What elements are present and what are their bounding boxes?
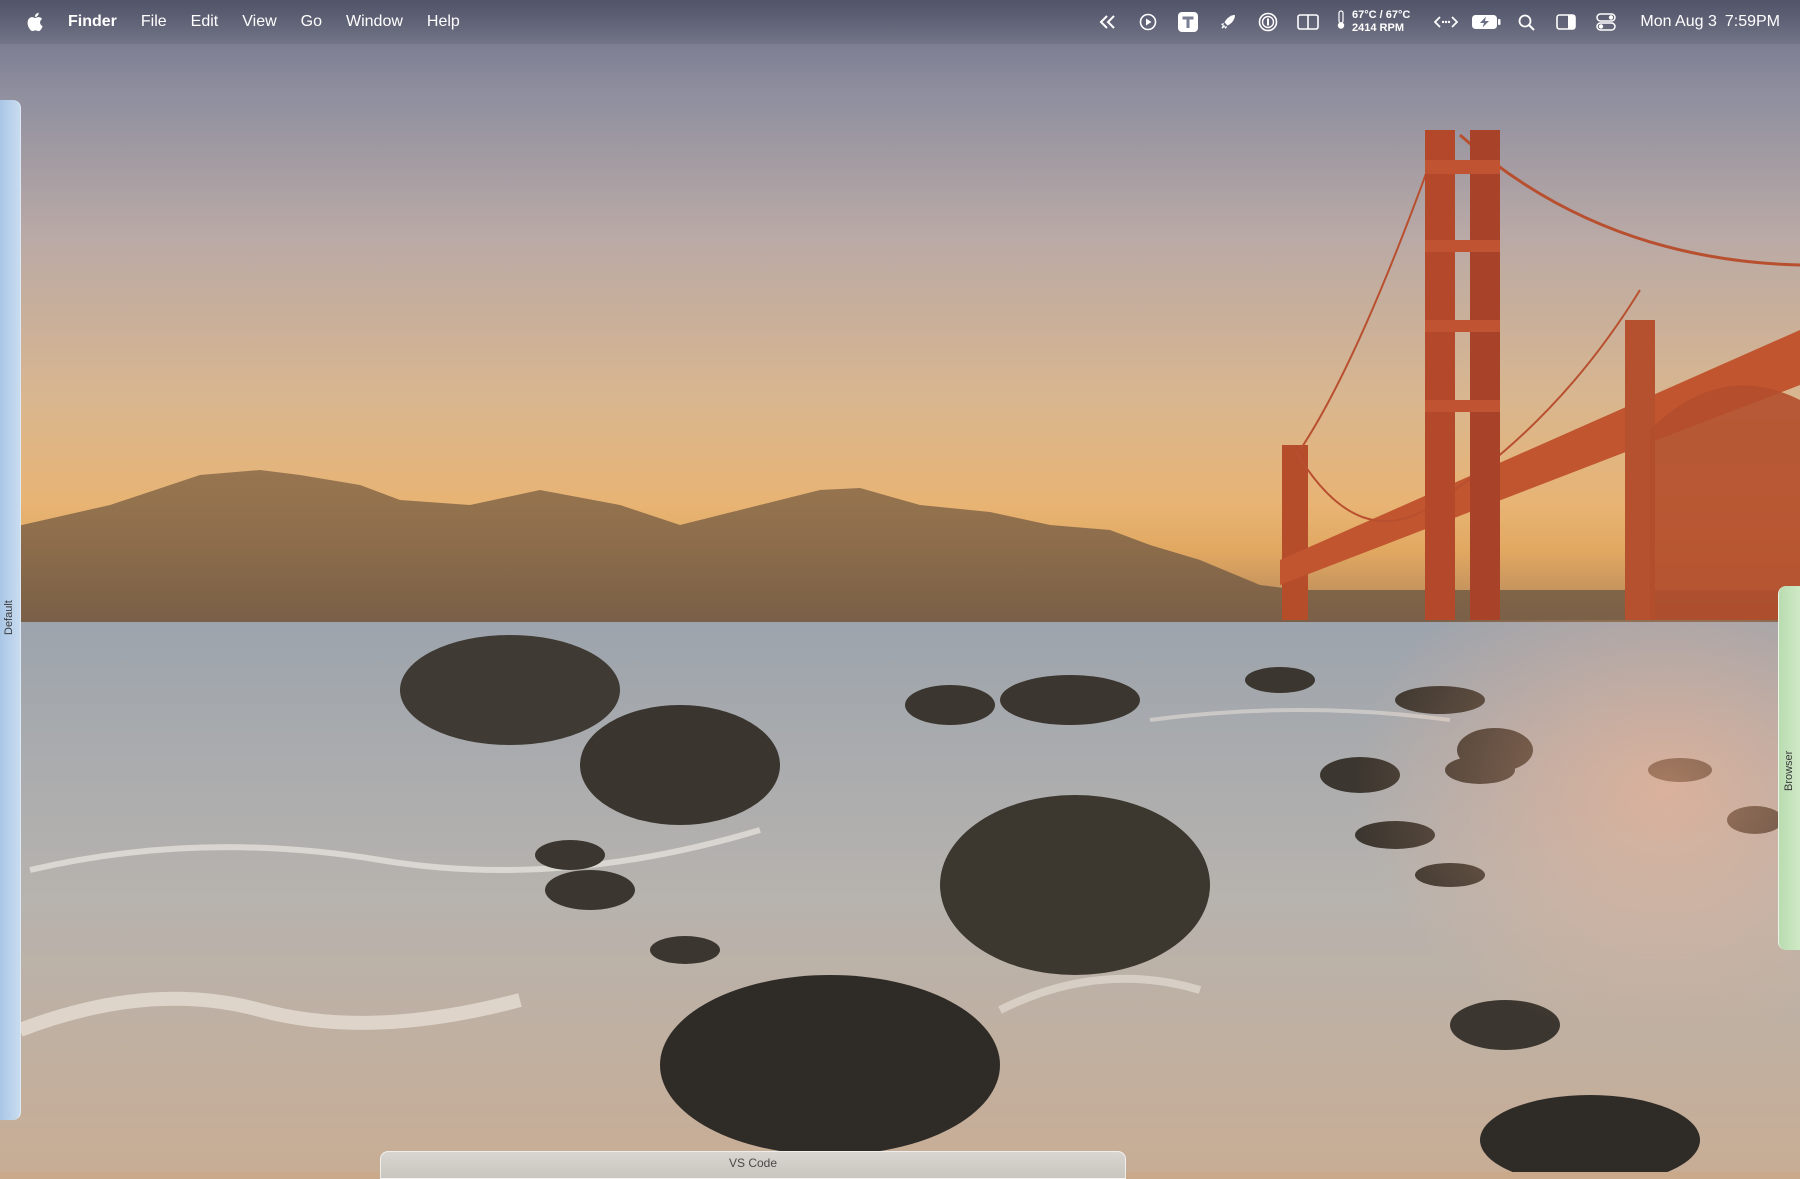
space-label-vscode: VS Code (728, 1156, 778, 1170)
password-manager-icon[interactable] (1248, 0, 1288, 44)
menu-file[interactable]: File (129, 0, 179, 44)
code-brackets-icon[interactable] (1426, 0, 1466, 44)
sidebar-icon[interactable] (1546, 0, 1586, 44)
battery-charging-icon[interactable] (1466, 0, 1506, 44)
apple-menu-icon[interactable] (24, 11, 46, 33)
spotlight-search-icon[interactable] (1506, 0, 1546, 44)
app-menu-finder[interactable]: Finder (64, 0, 129, 44)
thermometer-icon (1336, 9, 1346, 35)
play-icon[interactable] (1128, 0, 1168, 44)
temperature-readout: 67°C / 67°C (1352, 9, 1411, 21)
sunlight-reflection (1350, 620, 1800, 1040)
menu-help[interactable]: Help (415, 0, 472, 44)
fan-speed-readout: 2414 RPM (1352, 22, 1405, 34)
text-app-icon[interactable] (1168, 0, 1208, 44)
space-label-default: Default (3, 600, 15, 635)
system-stats[interactable]: 67°C / 67°C 2414 RPM (1328, 0, 1426, 44)
clock-date: Mon Aug 3 (1640, 13, 1717, 30)
clock-time: 7:59PM (1724, 13, 1780, 30)
space-label-browser: Browser (1783, 750, 1795, 791)
space-handle-browser[interactable]: Browser (1778, 586, 1800, 950)
control-center-icon[interactable] (1586, 0, 1626, 44)
menu-go[interactable]: Go (289, 0, 334, 44)
rewind-icon[interactable] (1088, 0, 1128, 44)
menu-bar: Finder File Edit View Go Window Help 67°… (0, 0, 1800, 44)
split-view-icon[interactable] (1288, 0, 1328, 44)
menu-view[interactable]: View (230, 0, 288, 44)
menu-window[interactable]: Window (334, 0, 415, 44)
space-handle-default[interactable]: Default (0, 100, 21, 1120)
rocket-icon[interactable] (1208, 0, 1248, 44)
menu-edit[interactable]: Edit (179, 0, 231, 44)
space-handle-vscode[interactable]: VS Code (380, 1151, 1126, 1179)
menubar-clock[interactable]: Mon Aug 3 7:59PM (1626, 13, 1780, 31)
